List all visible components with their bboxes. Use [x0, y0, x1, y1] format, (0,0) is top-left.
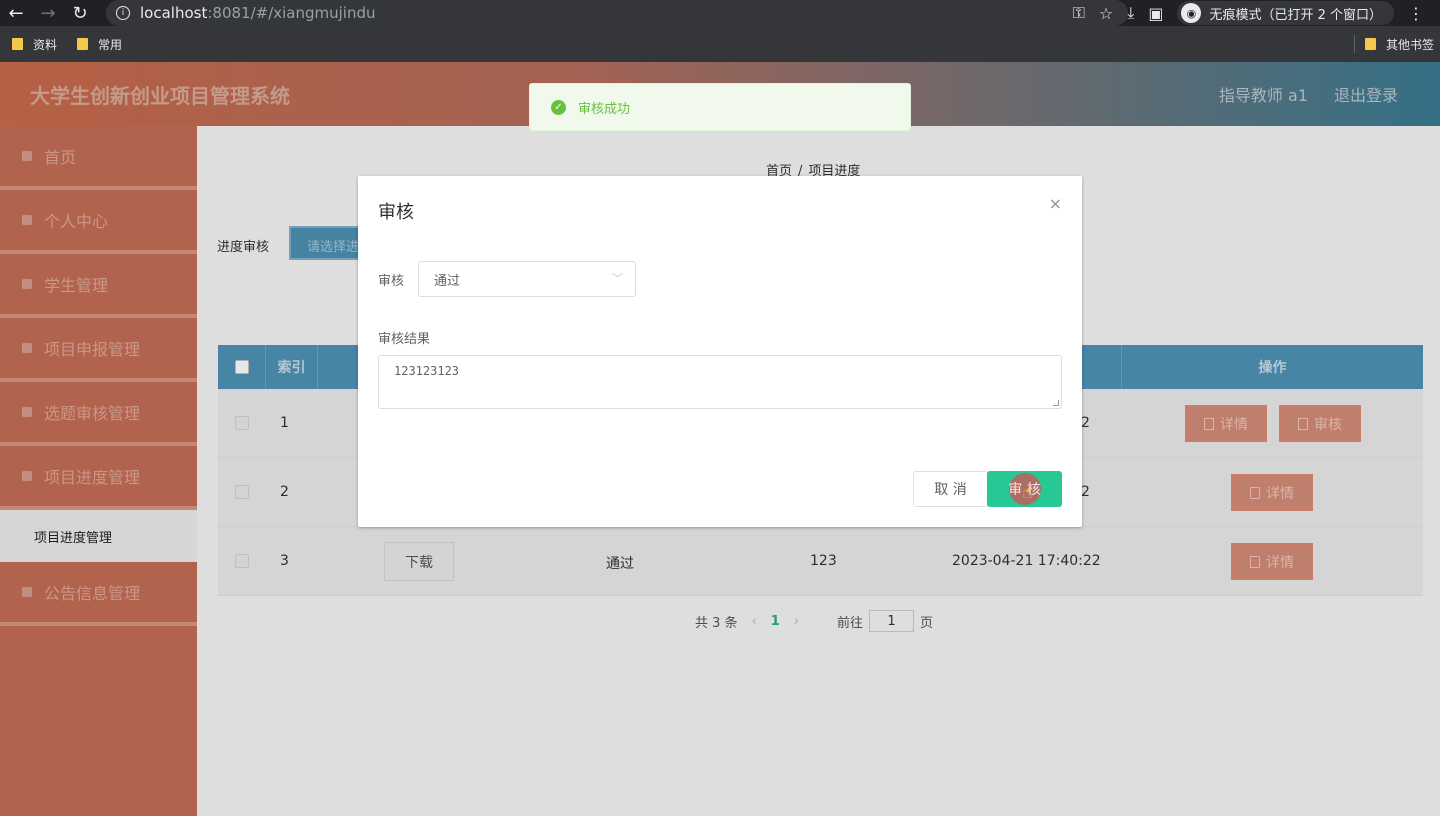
download-icon[interactable]: ⤓: [1127, 3, 1134, 23]
incognito-icon: ◉: [1181, 3, 1202, 23]
chevron-down-icon: ﹀: [612, 272, 623, 285]
toast-message: 审核成功: [578, 101, 631, 117]
success-toast: ✓ 审核成功: [529, 83, 911, 131]
audit-result-textarea[interactable]: 123123123: [378, 355, 1062, 409]
reload-icon[interactable]: ↻: [64, 0, 96, 26]
audit-label: 审核: [378, 274, 405, 289]
incognito-label: 无痕模式（已打开 2 个窗口）: [1209, 7, 1382, 23]
divider: [1353, 35, 1355, 53]
audit-select-value: 通过: [434, 273, 461, 289]
hand-cursor-icon: ☝: [1022, 482, 1033, 503]
audit-result-value: 123123123: [394, 364, 460, 378]
close-icon[interactable]: ×: [1049, 194, 1062, 213]
key-icon[interactable]: ⚿: [1073, 3, 1085, 23]
forward-icon[interactable]: →: [32, 0, 64, 26]
folder-icon: [1364, 38, 1376, 50]
audit-select[interactable]: 通过 ﹀: [418, 261, 636, 297]
check-icon: ✓: [551, 99, 566, 115]
dialog-title: 审核: [378, 202, 414, 223]
site-info-icon[interactable]: i: [116, 6, 130, 20]
other-bookmarks[interactable]: 其他书签: [1353, 26, 1434, 62]
folder-icon: [12, 38, 23, 50]
incognito-badge[interactable]: ◉ 无痕模式（已打开 2 个窗口）: [1177, 1, 1394, 25]
star-icon[interactable]: ☆: [1099, 4, 1113, 23]
sidepanel-icon[interactable]: ▣: [1148, 4, 1163, 23]
bookmark-label: 常用: [98, 37, 123, 52]
bookmark-label: 资料: [33, 37, 58, 52]
bookmarks-bar: 资料 常用 其他书签: [0, 26, 1440, 62]
address-bar[interactable]: i localhost:8081/#/xiangmujindu: [106, 0, 1128, 26]
other-bookmarks-label: 其他书签: [1385, 37, 1434, 52]
bookmark-folder[interactable]: 资料: [12, 36, 57, 53]
url-host: localhost: [140, 4, 208, 22]
menu-dots-icon[interactable]: ⋮: [1408, 4, 1424, 23]
browser-actions: ⚿ ☆ ⤓ ▣ ◉ 无痕模式（已打开 2 个窗口） ⋮: [1059, 0, 1424, 26]
browser-toolbar: ← → ↻ i localhost:8081/#/xiangmujindu ⚿ …: [0, 0, 1440, 26]
audit-dialog: 审核 × 审核 通过 ﹀ 审核结果 123123123 取 消 审 核 ☝: [358, 176, 1082, 527]
bookmark-folder[interactable]: 常用: [77, 36, 122, 53]
audit-result-label: 审核结果: [378, 332, 431, 347]
folder-icon: [77, 38, 89, 50]
resize-handle-icon[interactable]: [1053, 400, 1059, 406]
cancel-button[interactable]: 取 消: [913, 471, 988, 507]
back-icon[interactable]: ←: [0, 0, 32, 26]
url-path: :8081/#/xiangmujindu: [207, 4, 376, 22]
